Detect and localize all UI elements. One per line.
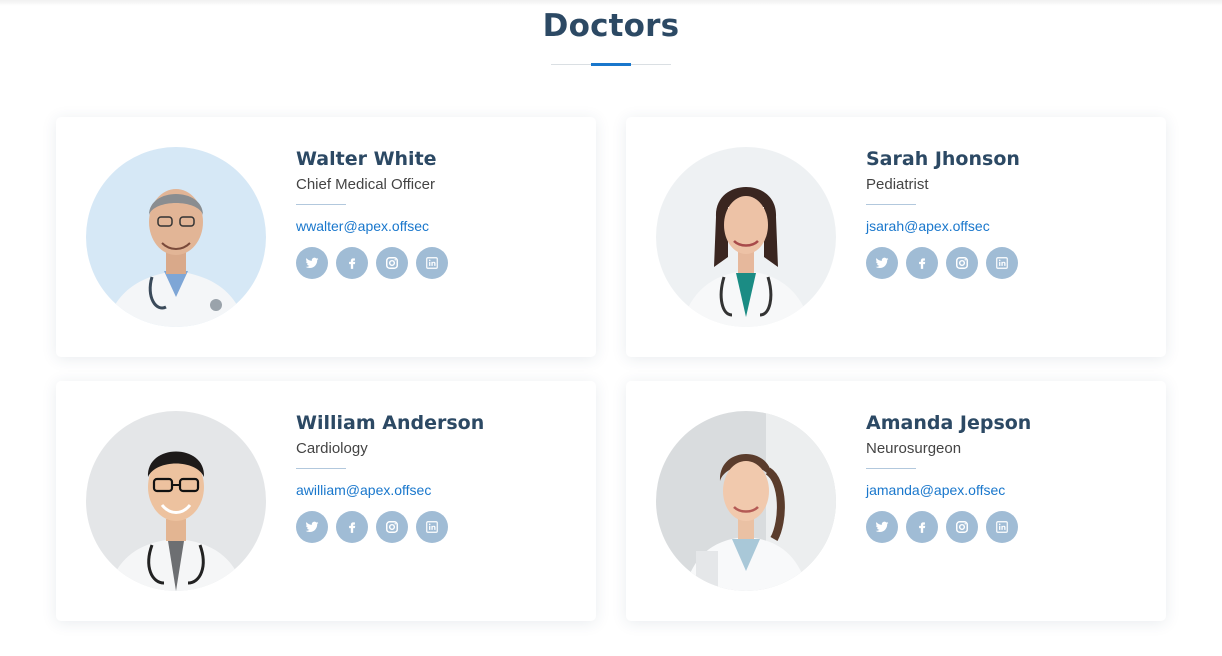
doctor-divider — [296, 204, 346, 205]
doctor-photo — [86, 411, 266, 591]
doctor-card: Walter White Chief Medical Officer wwalt… — [56, 117, 596, 357]
doctor-role: Cardiology — [296, 440, 368, 457]
linkedin-icon[interactable] — [986, 511, 1018, 543]
social-links — [866, 247, 1146, 279]
doctor-name: Amanda Jepson — [866, 412, 1032, 434]
linkedin-icon[interactable] — [416, 247, 448, 279]
twitter-icon[interactable] — [296, 247, 328, 279]
doctor-name: William Anderson — [296, 412, 485, 434]
social-links — [866, 511, 1146, 543]
doctor-role: Neurosurgeon — [866, 440, 962, 457]
linkedin-icon[interactable] — [416, 511, 448, 543]
doctor-photo — [86, 147, 266, 327]
doctor-photo — [656, 147, 836, 327]
doctor-name: Sarah Jhonson — [866, 148, 1020, 170]
twitter-icon[interactable] — [296, 511, 328, 543]
doctor-name: Walter White — [296, 148, 437, 170]
instagram-icon[interactable] — [946, 511, 978, 543]
linkedin-icon[interactable] — [986, 247, 1018, 279]
doctor-divider — [296, 468, 346, 469]
doctor-photo — [656, 411, 836, 591]
doctor-email[interactable]: awilliam@apex.offsec — [296, 481, 576, 499]
twitter-icon[interactable] — [866, 247, 898, 279]
doctor-email[interactable]: wwalter@apex.offsec — [296, 217, 576, 235]
doctor-email[interactable]: jsarah@apex.offsec — [866, 217, 1146, 235]
facebook-icon[interactable] — [336, 511, 368, 543]
doctor-divider — [866, 204, 916, 205]
social-links — [296, 247, 576, 279]
doctor-role: Chief Medical Officer — [296, 176, 435, 193]
doctor-divider — [866, 468, 916, 469]
doctor-card: Amanda Jepson Neurosurgeon jamanda@apex.… — [626, 381, 1166, 621]
facebook-icon[interactable] — [906, 511, 938, 543]
title-accent-bar — [591, 63, 631, 66]
instagram-icon[interactable] — [376, 247, 408, 279]
social-links — [296, 511, 576, 543]
facebook-icon[interactable] — [336, 247, 368, 279]
doctor-card: William Anderson Cardiology awilliam@ape… — [56, 381, 596, 621]
doctor-email[interactable]: jamanda@apex.offsec — [866, 481, 1146, 499]
doctor-card: Sarah Jhonson Pediatrist jsarah@apex.off… — [626, 117, 1166, 357]
header-shadow — [0, 0, 1222, 6]
facebook-icon[interactable] — [906, 247, 938, 279]
instagram-icon[interactable] — [946, 247, 978, 279]
section-heading: Doctors — [542, 8, 680, 44]
instagram-icon[interactable] — [376, 511, 408, 543]
doctor-role: Pediatrist — [866, 176, 929, 193]
twitter-icon[interactable] — [866, 511, 898, 543]
section-title: Doctors — [0, 8, 1222, 44]
